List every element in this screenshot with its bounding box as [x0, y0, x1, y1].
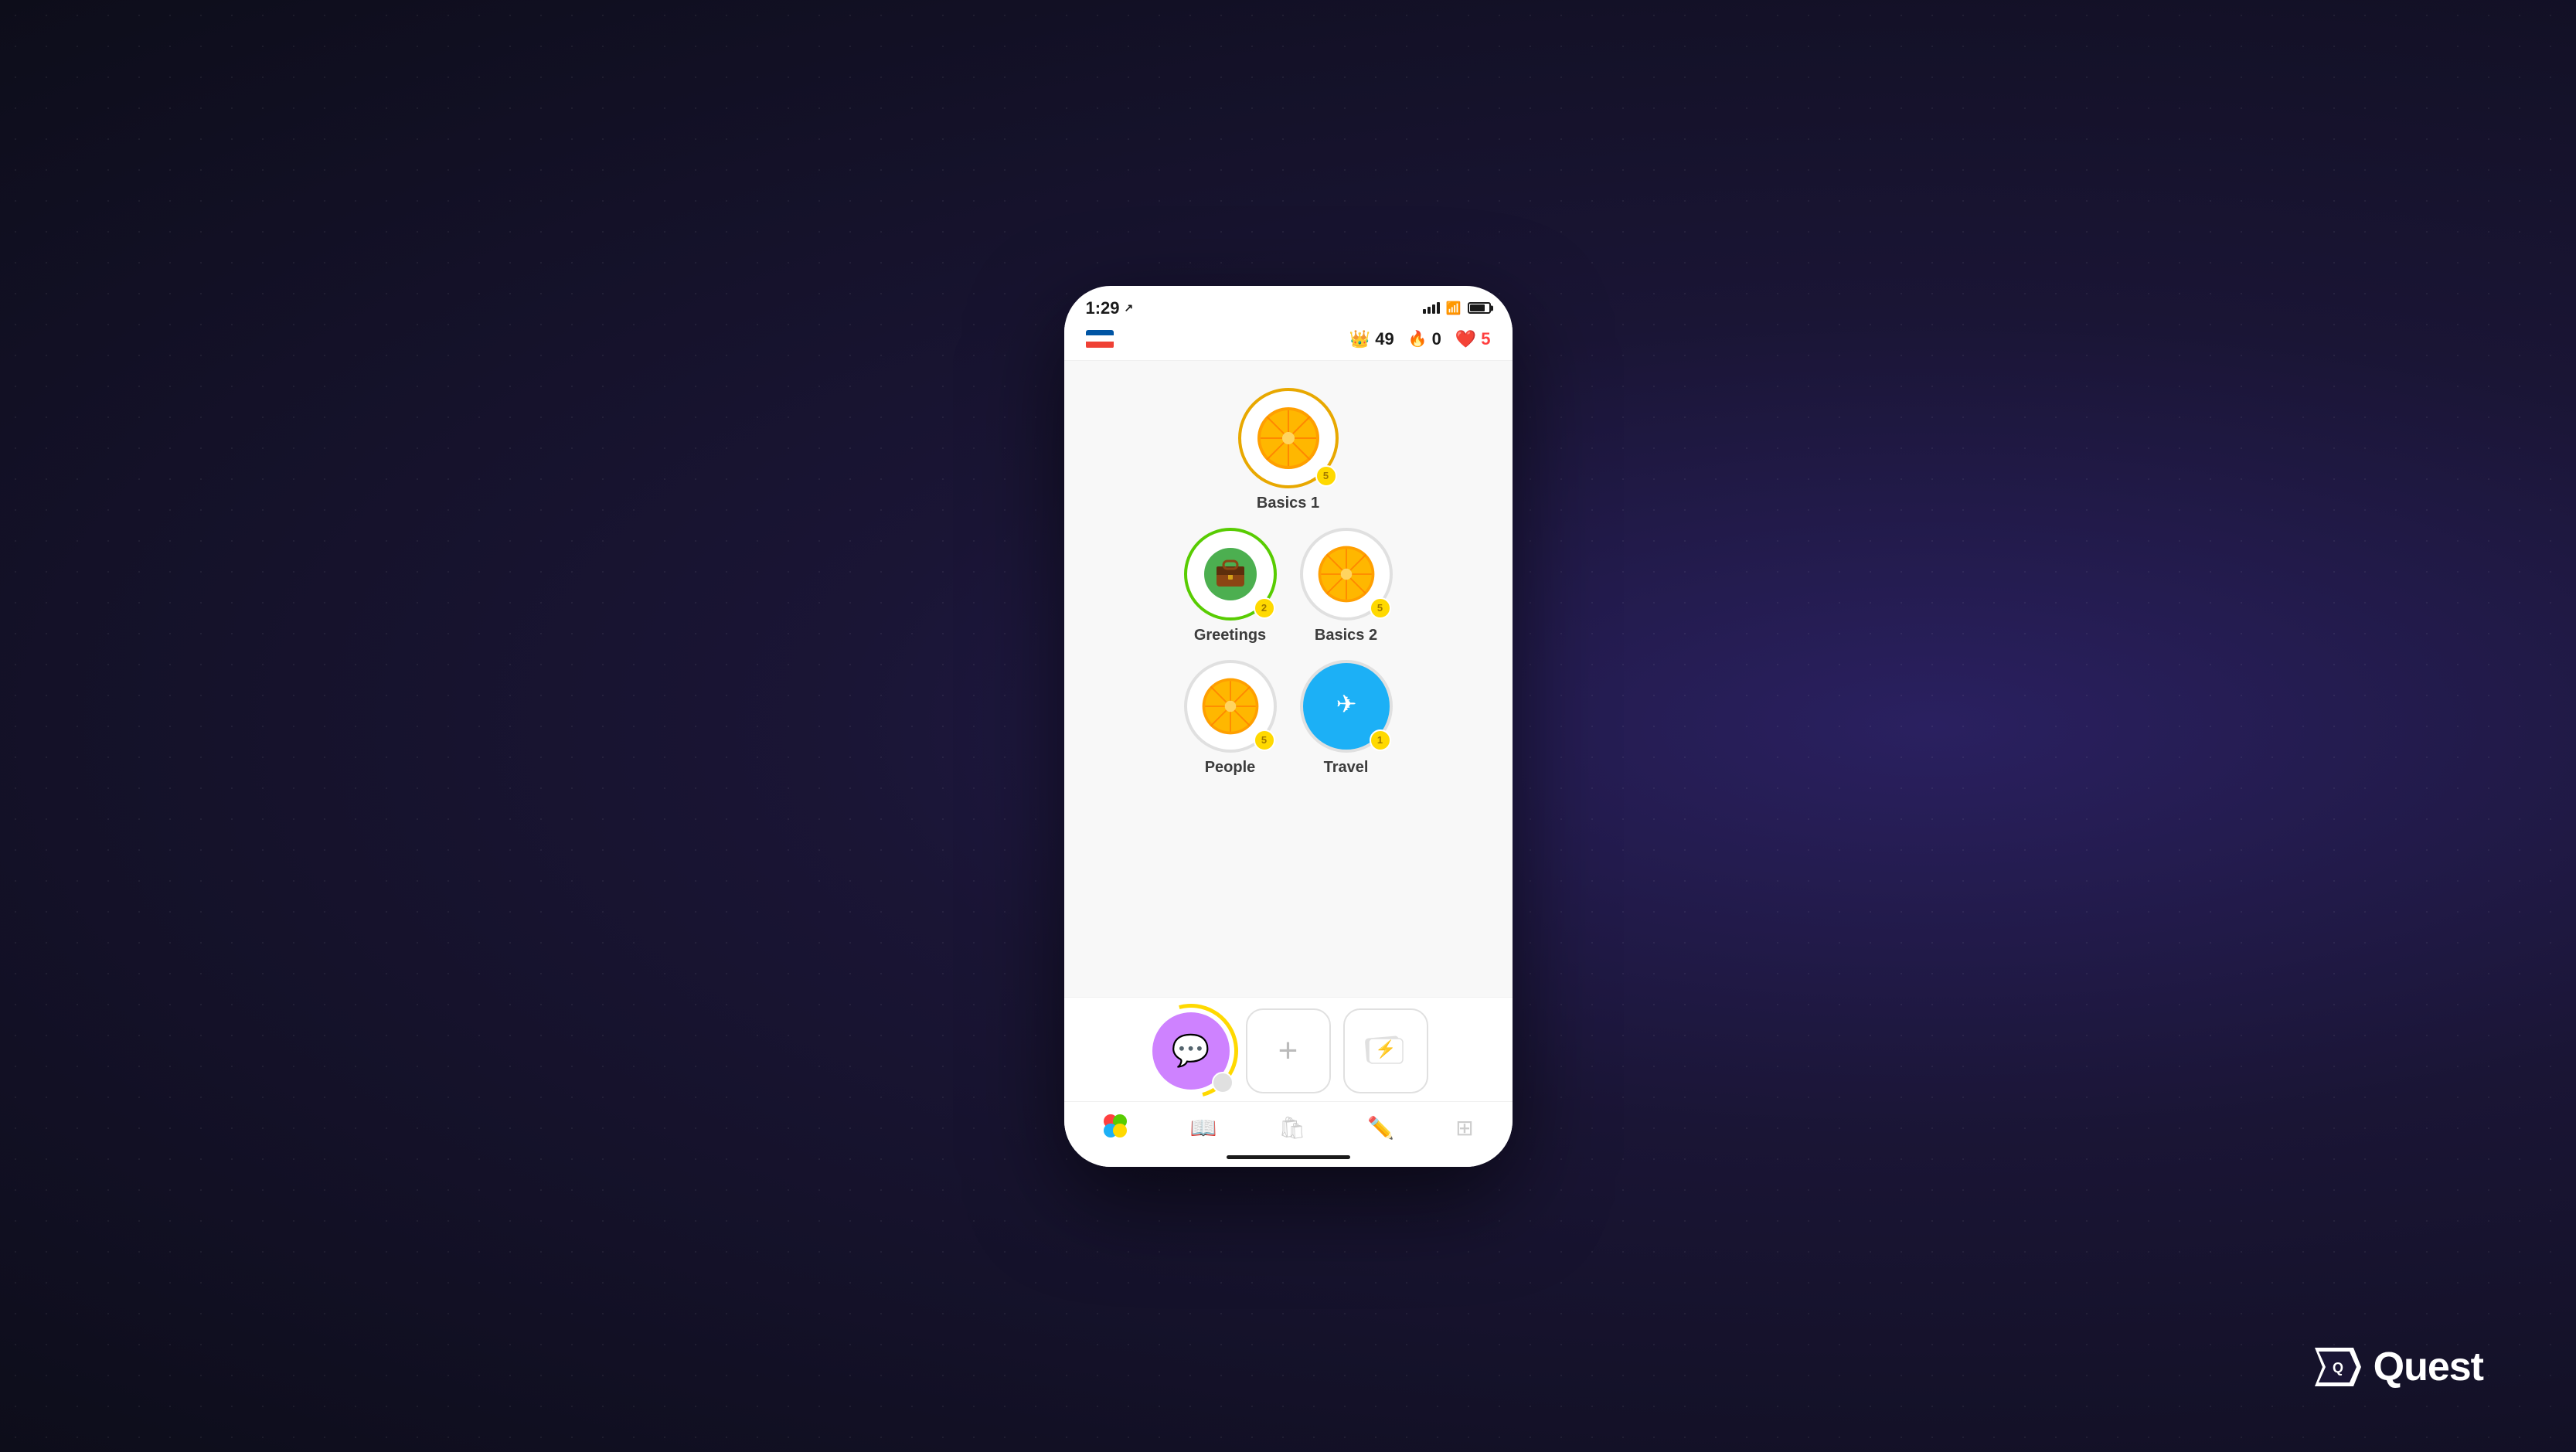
status-time: 1:29: [1086, 298, 1120, 318]
basics1-badge: 5: [1315, 465, 1337, 487]
wifi-icon: 📶: [1446, 301, 1462, 316]
phone-frame: 1:29 ↗ 📶 👑 49 🔥: [1064, 286, 1513, 1167]
hearts-count: 5: [1481, 329, 1490, 349]
plus-button[interactable]: +: [1246, 1008, 1331, 1093]
airplane-icon: ✈: [1319, 678, 1374, 734]
travel-label: Travel: [1324, 759, 1369, 777]
travel-badge: 1: [1370, 729, 1391, 751]
nav-home[interactable]: [1091, 1108, 1139, 1148]
lesson-row-2: 2 Greetings: [1184, 524, 1393, 648]
crown-icon: 👑: [1349, 329, 1370, 349]
quest-logo: Q Quest: [2315, 1344, 2483, 1390]
bottom-nav: 📖 🛍 ✏️ ⊞: [1064, 1101, 1513, 1152]
hearts-stat: ❤️ 5: [1455, 329, 1491, 349]
people-label: People: [1205, 759, 1256, 777]
home-icon: [1102, 1113, 1128, 1139]
lesson-greetings[interactable]: 2 Greetings: [1184, 528, 1277, 644]
lesson-travel[interactable]: ✈ 1 Travel: [1300, 660, 1393, 777]
citrus-icon: [1254, 404, 1322, 472]
home-bar: [1227, 1155, 1350, 1159]
header-stats: 👑 49 🔥 0 ❤️ 5: [1064, 325, 1513, 361]
lesson-row-3: 5 People ✈ 1 Travel: [1184, 656, 1393, 780]
plus-icon: +: [1278, 1034, 1298, 1068]
home-indicator: [1064, 1152, 1513, 1167]
main-content: 5 Basics 1: [1064, 361, 1513, 997]
streak-icon: 🔥: [1408, 329, 1428, 349]
edit-icon: ✏️: [1367, 1116, 1394, 1140]
grid-icon: ⊞: [1455, 1116, 1473, 1140]
language-flag[interactable]: [1086, 330, 1114, 349]
lesson-basics1[interactable]: 5 Basics 1: [1238, 388, 1339, 512]
shop-icon: 🛍: [1278, 1116, 1306, 1140]
svg-text:Q: Q: [2333, 1360, 2343, 1375]
citrus-icon-2: [1315, 543, 1377, 605]
basics2-badge: 5: [1370, 597, 1391, 619]
lesson-basics2[interactable]: 5 Basics 2: [1300, 528, 1393, 644]
bottom-actions: 💬 + ⚡: [1064, 997, 1513, 1101]
greetings-badge: 2: [1254, 597, 1275, 619]
location-arrow-icon: ↗: [1125, 301, 1134, 315]
chat-button[interactable]: 💬: [1148, 1008, 1234, 1093]
flash-button[interactable]: ⚡: [1343, 1008, 1428, 1093]
quest-label: Quest: [2374, 1344, 2483, 1390]
crown-count: 49: [1375, 329, 1393, 349]
status-bar: 1:29 ↗ 📶: [1064, 286, 1513, 325]
nav-shop[interactable]: 🛍: [1268, 1110, 1317, 1145]
crown-stat: 👑 49: [1349, 329, 1394, 349]
lesson-row-1: 5 Basics 1: [1238, 384, 1339, 516]
basics2-label: Basics 2: [1315, 627, 1377, 644]
citrus-icon-3: [1200, 675, 1261, 737]
nav-learn[interactable]: 📖: [1179, 1110, 1228, 1145]
greetings-label: Greetings: [1194, 627, 1266, 644]
quest-logo-icon: Q: [2315, 1348, 2361, 1386]
basics1-label: Basics 1: [1257, 495, 1319, 512]
flashcard-icon: ⚡: [1363, 1028, 1409, 1074]
nav-profile[interactable]: ✏️: [1356, 1110, 1405, 1145]
svg-text:✈: ✈: [1336, 690, 1356, 718]
people-badge: 5: [1254, 729, 1275, 751]
signal-icon: [1423, 302, 1440, 314]
book-icon: 📖: [1190, 1116, 1217, 1140]
lesson-people[interactable]: 5 People: [1184, 660, 1277, 777]
nav-more[interactable]: ⊞: [1445, 1110, 1484, 1145]
svg-text:⚡: ⚡: [1375, 1039, 1396, 1059]
hearts-icon: ❤️: [1455, 329, 1476, 349]
streak-stat: 🔥 0: [1408, 329, 1441, 349]
suitcase-icon: [1203, 546, 1258, 602]
battery-icon: [1468, 302, 1491, 314]
streak-count: 0: [1432, 329, 1441, 349]
